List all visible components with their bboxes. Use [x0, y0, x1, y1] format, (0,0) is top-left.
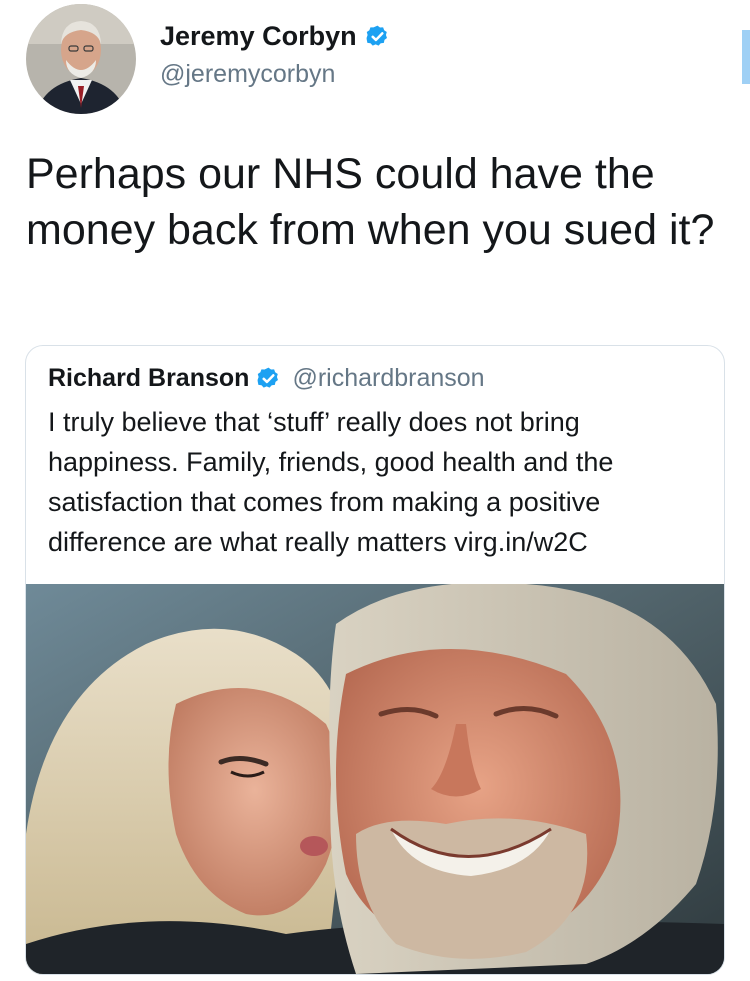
photo-image [26, 584, 724, 974]
verified-badge-icon [256, 366, 281, 391]
quoted-author-name: Richard Branson [48, 364, 250, 392]
quoted-tweet-card[interactable]: Richard Branson @richardbranson I truly … [25, 345, 725, 975]
tweet-header: Jeremy Corbyn @jeremycorbyn [26, 4, 390, 114]
quoted-tweet-header: Richard Branson @richardbranson [48, 366, 485, 391]
author-handle[interactable]: @jeremycorbyn [160, 62, 390, 87]
tweet-screenshot: Jeremy Corbyn @jeremycorbyn Perhaps our … [0, 0, 750, 981]
verified-badge-icon [365, 24, 390, 49]
scroll-indicator [742, 30, 750, 84]
author-name-row: Jeremy Corbyn [160, 23, 390, 50]
avatar-image [26, 4, 136, 114]
author-name[interactable]: Jeremy Corbyn [160, 23, 357, 50]
quoted-author-handle: @richardbranson [292, 364, 485, 392]
quoted-tweet-photo[interactable] [26, 584, 724, 974]
tweet-body-text: Perhaps our NHS could have the money bac… [26, 150, 715, 254]
quoted-tweet-text: I truly believe that ‘stuff’ really does… [48, 407, 614, 557]
author-block: Jeremy Corbyn @jeremycorbyn [160, 23, 390, 87]
avatar[interactable] [26, 4, 136, 114]
